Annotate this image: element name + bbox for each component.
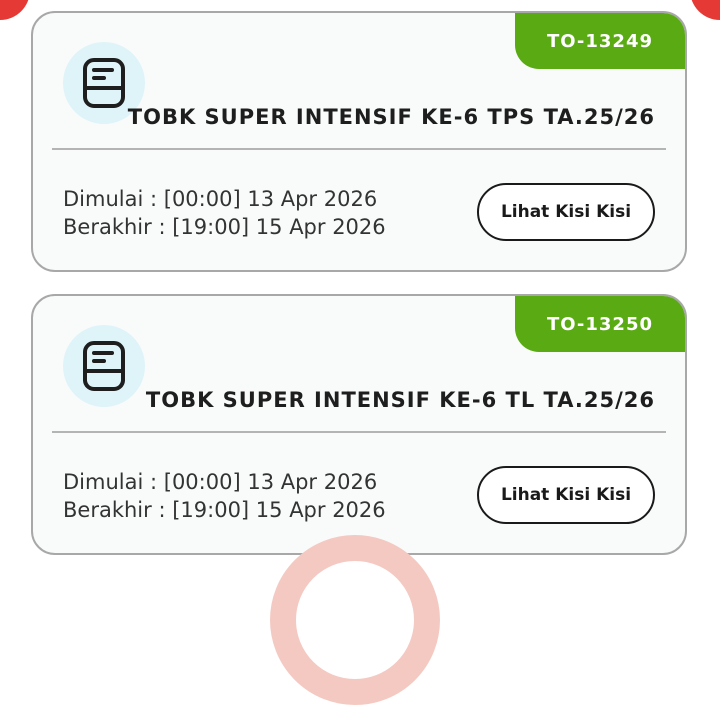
end-label: Berakhir : [63,215,166,239]
view-kisi-kisi-button[interactable]: Lihat Kisi Kisi [477,466,655,524]
start-label: Dimulai : [63,470,158,494]
end-date-row: Berakhir : [19:00] 15 Apr 2026 [63,213,386,241]
header-corner-right [690,0,720,20]
notebook-icon [63,325,145,407]
end-value: [19:00] 15 Apr 2026 [172,498,386,522]
card-divider [52,148,666,150]
start-date-row: Dimulai : [00:00] 13 Apr 2026 [63,185,386,213]
start-value: [00:00] 13 Apr 2026 [163,187,378,211]
start-date-row: Dimulai : [00:00] 13 Apr 2026 [63,468,386,496]
background-logo-watermark [270,535,440,705]
tryout-title: TOBK SUPER INTENSIF KE-6 TPS TA.25/26 [127,105,655,129]
end-date-row: Berakhir : [19:00] 15 Apr 2026 [63,496,386,524]
view-kisi-kisi-button[interactable]: Lihat Kisi Kisi [477,183,655,241]
schedule-info: Dimulai : [00:00] 13 Apr 2026 Berakhir :… [63,185,386,241]
tryout-code-badge: TO-13249 [515,13,685,69]
header-corner-left [0,0,30,20]
card-divider [52,431,666,433]
tryout-card[interactable]: TO-13250 TOBK SUPER INTENSIF KE-6 TL TA.… [31,294,687,555]
end-value: [19:00] 15 Apr 2026 [172,215,386,239]
start-value: [00:00] 13 Apr 2026 [163,470,378,494]
schedule-info: Dimulai : [00:00] 13 Apr 2026 Berakhir :… [63,468,386,524]
tryout-card[interactable]: TO-13249 TOBK SUPER INTENSIF KE-6 TPS TA… [31,11,687,272]
tryout-code-badge: TO-13250 [515,296,685,352]
start-label: Dimulai : [63,187,158,211]
end-label: Berakhir : [63,498,166,522]
tryout-title: TOBK SUPER INTENSIF KE-6 TL TA.25/26 [145,388,655,412]
